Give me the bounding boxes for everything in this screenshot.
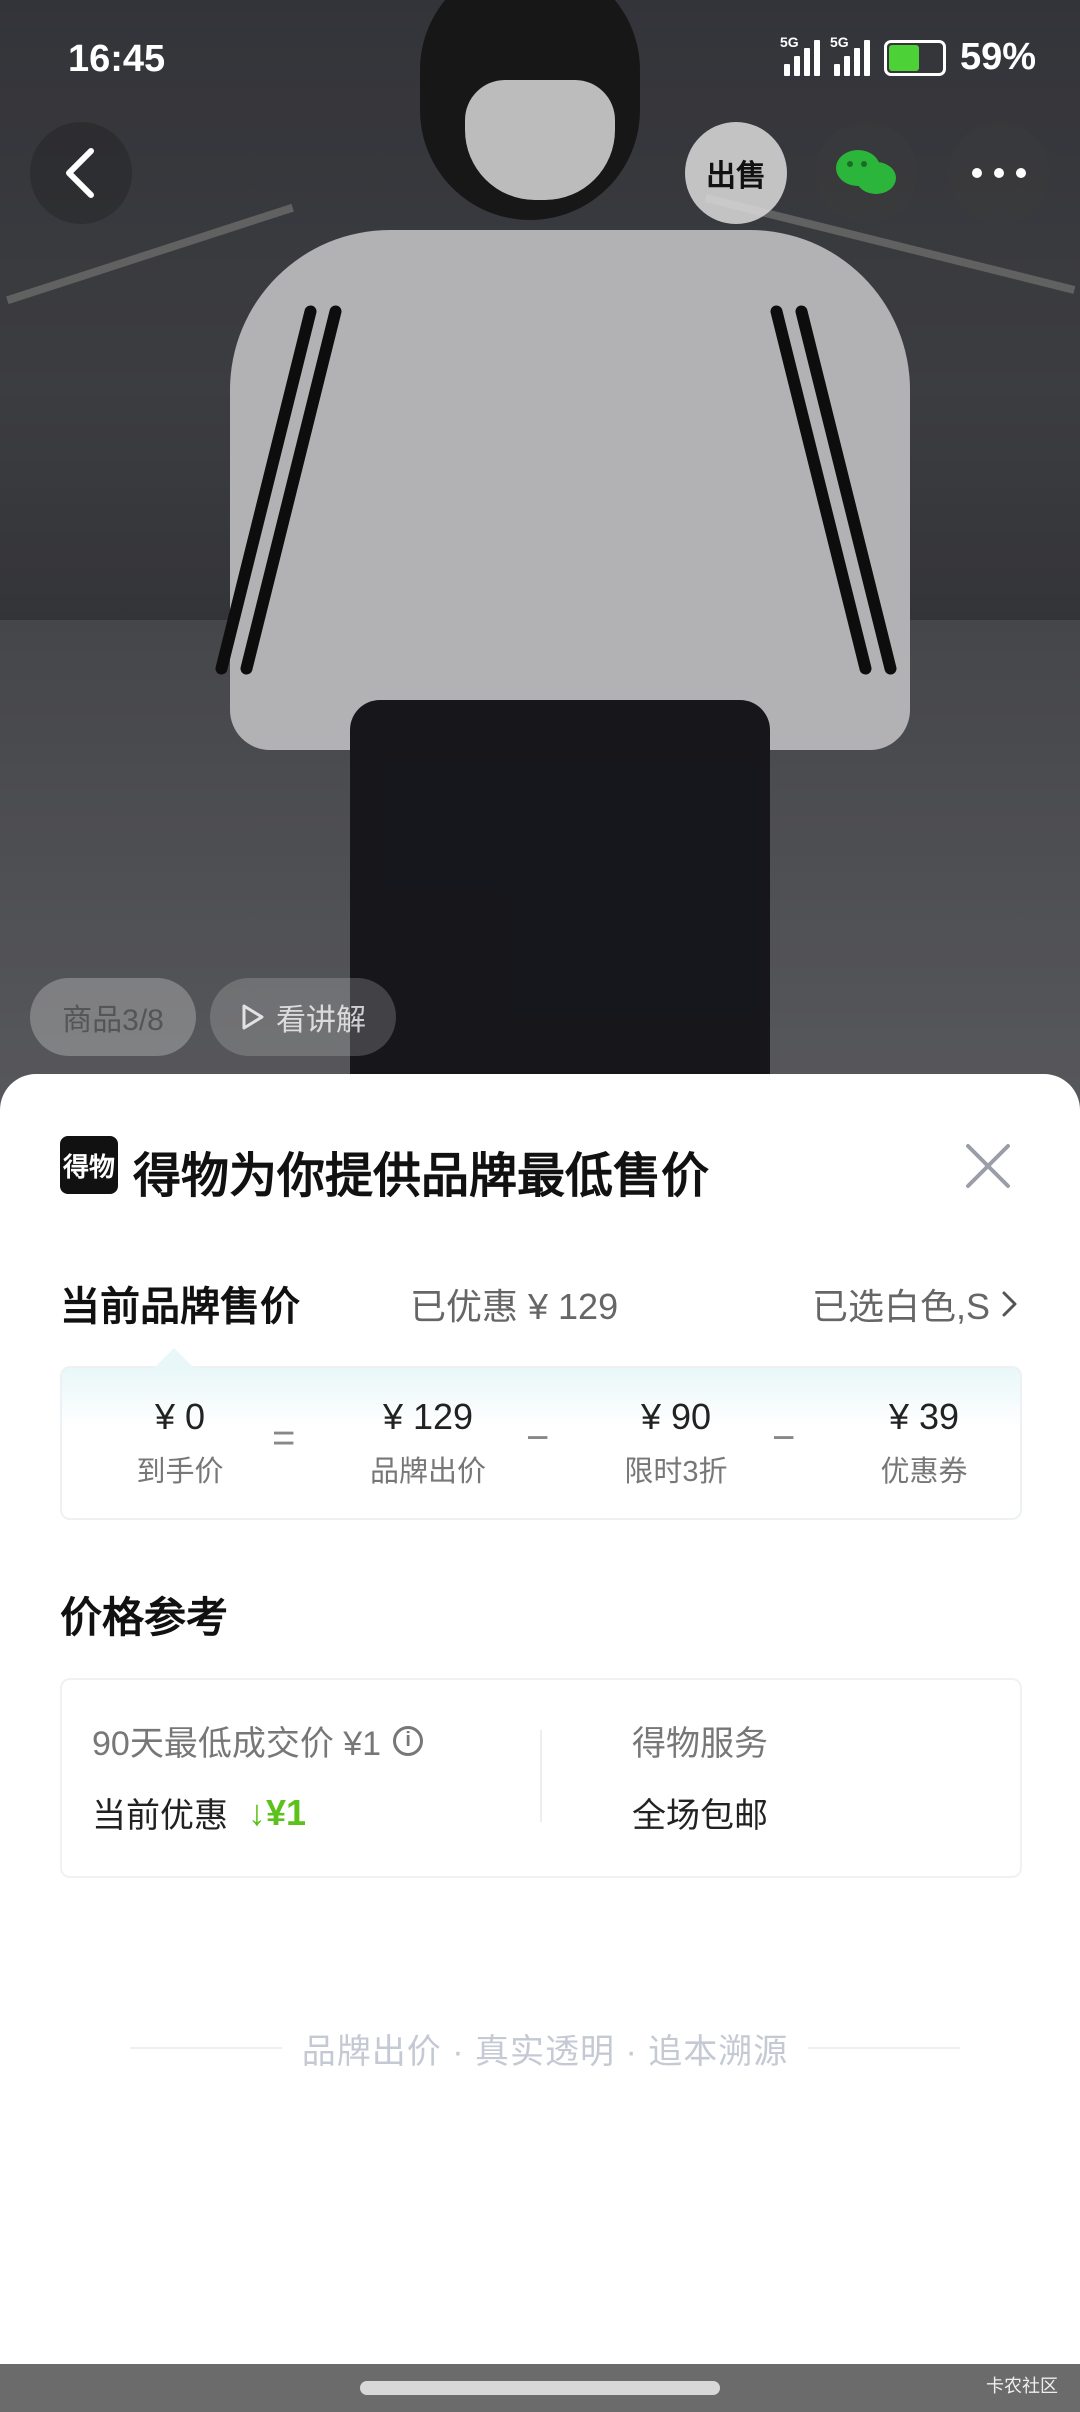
- wechat-share-button[interactable]: [815, 122, 917, 224]
- chevron-right-icon: [1002, 1291, 1017, 1317]
- breakdown-brand-price: ¥ 129 品牌出价: [328, 1396, 528, 1490]
- sheet-title: 得物为你提供品牌最低售价: [133, 1150, 710, 1203]
- close-icon[interactable]: [960, 1138, 1016, 1194]
- footer-slogan: 品牌出价 · 真实透明 · 追本溯源: [130, 2028, 960, 2071]
- status-right: 5G 5G 59%: [780, 34, 1036, 79]
- breakdown-label: 优惠券: [880, 1456, 968, 1488]
- product-image[interactable]: [0, 0, 1080, 1110]
- watch-explain-label: 看讲解: [276, 1004, 366, 1037]
- divider: [540, 1730, 542, 1822]
- divider: [808, 2047, 960, 2049]
- selected-spec-label: 已选白色,S: [811, 1286, 990, 1327]
- equals-sign: =: [272, 1416, 296, 1460]
- breakdown-final: ¥ 0 到手价: [80, 1396, 280, 1490]
- wechat-icon: [836, 150, 896, 194]
- price-reference-title: 价格参考: [60, 1594, 229, 1641]
- signal-icon: 5G: [780, 34, 820, 76]
- current-price-label: 当前品牌售价: [60, 1285, 300, 1329]
- breakdown-value: ¥ 0: [154, 1396, 206, 1437]
- minus-sign: −: [772, 1416, 796, 1460]
- pointer-triangle: [154, 1348, 194, 1368]
- current-discount-value: ↓¥1: [248, 1791, 307, 1833]
- status-time: 16:45: [68, 38, 166, 80]
- breakdown-label: 到手价: [136, 1456, 224, 1488]
- breakdown-coupon: ¥ 39 优惠券: [824, 1396, 1024, 1490]
- image-counter: 商品3/8: [30, 978, 196, 1056]
- info-icon[interactable]: i: [393, 1725, 424, 1756]
- price-breakdown: ¥ 0 到手价 = ¥ 129 品牌出价 − ¥ 90 限时3折 − ¥ 39 …: [60, 1348, 1024, 1520]
- lowest-price-text: 90天最低成交价 ¥1: [92, 1725, 382, 1763]
- home-indicator[interactable]: [360, 2381, 720, 2395]
- price-sheet: 得物 得物为你提供品牌最低售价 当前品牌售价 已优惠 ¥ 129 已选白色,S …: [0, 1074, 1080, 2364]
- breakdown-value: ¥ 90: [640, 1396, 712, 1437]
- service-title: 得物服务: [632, 1725, 768, 1763]
- service-value: 全场包邮: [632, 1797, 768, 1835]
- network-type: 5G: [829, 33, 849, 50]
- battery-icon: [883, 39, 946, 76]
- breakdown-value: ¥ 39: [888, 1396, 960, 1437]
- price-reference-box: 90天最低成交价 ¥1 i 当前优惠 ↓¥1 得物服务 全场包邮: [60, 1678, 1022, 1878]
- breakdown-value: ¥ 129: [382, 1396, 474, 1437]
- image-shade: [0, 0, 1080, 1110]
- sell-button[interactable]: 出售: [685, 122, 787, 224]
- dewu-logo: 得物: [60, 1136, 118, 1194]
- breakdown-label: 品牌出价: [369, 1456, 486, 1488]
- network-type: 5G: [779, 33, 799, 50]
- lowest-price-row: 90天最低成交价 ¥1 i: [92, 1716, 424, 1765]
- watch-explain-button[interactable]: 看讲解: [210, 978, 396, 1056]
- current-price-row: 当前品牌售价 已优惠 ¥ 129 已选白色,S: [60, 1274, 1020, 1334]
- watermark: 卡农社区: [986, 2376, 1058, 2396]
- battery-percent: 59%: [959, 36, 1036, 78]
- more-button[interactable]: [948, 122, 1050, 224]
- more-dots-icon: [972, 168, 1026, 178]
- footer-text: 品牌出价 · 真实透明 · 追本溯源: [301, 2032, 789, 2071]
- breakdown-flash-discount: ¥ 90 限时3折: [576, 1396, 776, 1490]
- sell-label: 出售: [706, 160, 766, 193]
- discount-text: 已优惠 ¥ 129: [410, 1286, 619, 1327]
- status-bar: 16:45 5G 5G 59%: [0, 0, 1080, 120]
- play-icon: [242, 1004, 264, 1030]
- system-nav-bar: 卡农社区: [0, 2364, 1080, 2412]
- chevron-left-icon: [66, 148, 94, 198]
- selected-spec[interactable]: 已选白色,S: [812, 1278, 1020, 1330]
- signal-icon: 5G: [830, 34, 870, 76]
- minus-sign: −: [526, 1416, 550, 1460]
- current-discount-label: 当前优惠: [92, 1797, 228, 1835]
- divider: [130, 2047, 282, 2049]
- current-discount-row: 当前优惠 ↓¥1: [92, 1788, 306, 1837]
- back-button[interactable]: [30, 122, 132, 224]
- breakdown-label: 限时3折: [624, 1456, 728, 1488]
